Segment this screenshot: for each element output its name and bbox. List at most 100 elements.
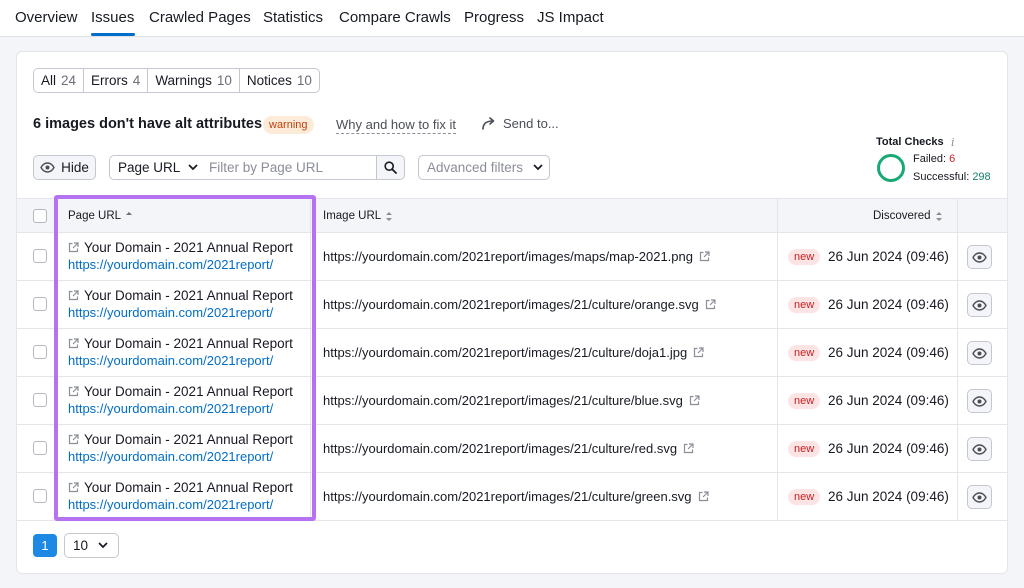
tab-overview[interactable]: Overview <box>15 9 78 26</box>
page-title: Your Domain - 2021 Annual Report <box>68 480 293 495</box>
page-title: Your Domain - 2021 Annual Report <box>68 432 293 447</box>
share-arrow-icon <box>482 117 495 130</box>
issue-title: 6 images don't have alt attributes <box>33 116 263 132</box>
failed-count: Failed: 6 <box>913 153 956 165</box>
page-url-link[interactable]: https://yourdomain.com/2021report/ <box>68 401 273 416</box>
page-url-link[interactable]: https://yourdomain.com/2021report/ <box>68 257 273 272</box>
row-checkbox[interactable] <box>33 297 47 311</box>
page-url-link[interactable]: https://yourdomain.com/2021report/ <box>68 497 273 512</box>
eye-icon <box>972 299 987 311</box>
send-to-button[interactable]: Send to... <box>482 116 559 131</box>
chevron-down-icon <box>188 164 198 171</box>
row-checkbox[interactable] <box>33 441 47 455</box>
new-badge: new <box>788 489 821 505</box>
filter-field-select[interactable]: Page URL <box>109 155 203 180</box>
discovered-date: 26 Jun 2024 (09:46) <box>828 489 949 504</box>
column-divider <box>310 199 311 233</box>
tab-progress[interactable]: Progress <box>464 9 524 26</box>
external-link-icon[interactable] <box>683 443 694 454</box>
filter-all[interactable]: All 24 <box>34 69 85 92</box>
advanced-filters-select[interactable]: Advanced filters <box>418 155 550 180</box>
discovered-date: 26 Jun 2024 (09:46) <box>828 441 949 456</box>
image-url: https://yourdomain.com/2021report/images… <box>323 345 704 360</box>
view-button[interactable] <box>967 437 992 461</box>
page-size-select[interactable]: 10 <box>64 533 119 558</box>
table-row: Your Domain - 2021 Annual Report https://… <box>17 281 1007 329</box>
row-checkbox[interactable] <box>33 393 47 407</box>
discovered-date: 26 Jun 2024 (09:46) <box>828 249 949 264</box>
tab-statistics[interactable]: Statistics <box>263 9 323 26</box>
external-link-icon[interactable] <box>698 491 709 502</box>
issue-type-filter: All 24 Errors 4 Warnings 10 Notices 10 <box>33 68 320 93</box>
hide-button[interactable]: Hide <box>33 155 96 180</box>
checks-ring-chart <box>877 154 905 182</box>
info-icon[interactable]: i <box>951 136 955 149</box>
select-all-checkbox[interactable] <box>33 209 47 223</box>
view-button[interactable] <box>967 485 992 509</box>
view-button[interactable] <box>967 341 992 365</box>
chevron-down-icon <box>98 542 108 549</box>
filter-warnings[interactable]: Warnings 10 <box>148 69 240 92</box>
table-row: Your Domain - 2021 Annual Report https://… <box>17 329 1007 377</box>
eye-icon <box>972 395 987 407</box>
issue-card: All 24 Errors 4 Warnings 10 Notices 10 6 ima… <box>16 51 1008 574</box>
row-checkbox[interactable] <box>33 489 47 503</box>
search-button[interactable] <box>376 155 405 180</box>
discovered-date: 26 Jun 2024 (09:46) <box>828 393 949 408</box>
column-image-url[interactable]: Image URL <box>323 210 393 222</box>
page-1-button[interactable]: 1 <box>33 534 57 557</box>
table-row: Your Domain - 2021 Annual Report https://… <box>17 473 1007 521</box>
external-link-icon[interactable] <box>68 482 79 493</box>
page-title: Your Domain - 2021 Annual Report <box>68 288 293 303</box>
external-link-icon[interactable] <box>68 386 79 397</box>
sort-asc-icon <box>126 212 133 215</box>
active-tab-indicator <box>91 33 135 36</box>
page-url-link[interactable]: https://yourdomain.com/2021report/ <box>68 305 273 320</box>
successful-count: Successful: 298 <box>913 171 991 183</box>
eye-icon <box>972 491 987 503</box>
page-url-link[interactable]: https://yourdomain.com/2021report/ <box>68 353 273 368</box>
external-link-icon[interactable] <box>68 434 79 445</box>
column-page-url[interactable]: Page URL <box>68 210 133 222</box>
column-discovered[interactable]: Discovered <box>873 210 943 222</box>
warning-badge: warning <box>263 116 314 134</box>
image-url: https://yourdomain.com/2021report/images… <box>323 489 709 504</box>
why-and-how-link[interactable]: Why and how to fix it <box>336 117 456 134</box>
tab-compare-crawls[interactable]: Compare Crawls <box>339 9 451 26</box>
table-row: Your Domain - 2021 Annual Report https://… <box>17 425 1007 473</box>
column-divider <box>957 199 958 233</box>
image-url: https://yourdomain.com/2021report/images… <box>323 297 716 312</box>
page-url-link[interactable]: https://yourdomain.com/2021report/ <box>68 449 273 464</box>
top-navigation: Overview Issues Crawled Pages Statistics… <box>0 0 1024 37</box>
external-link-icon[interactable] <box>693 347 704 358</box>
tab-crawled-pages[interactable]: Crawled Pages <box>149 9 251 26</box>
external-link-icon[interactable] <box>689 395 700 406</box>
eye-icon <box>972 443 987 455</box>
new-badge: new <box>788 297 821 313</box>
new-badge: new <box>788 441 821 457</box>
eye-icon <box>40 162 55 173</box>
view-button[interactable] <box>967 389 992 413</box>
external-link-icon[interactable] <box>705 299 716 310</box>
page-title: Your Domain - 2021 Annual Report <box>68 336 293 351</box>
new-badge: new <box>788 249 821 265</box>
sort-icon <box>935 211 942 221</box>
external-link-icon[interactable] <box>68 338 79 349</box>
filter-errors[interactable]: Errors 4 <box>84 69 149 92</box>
tab-js-impact[interactable]: JS Impact <box>537 9 604 26</box>
external-link-icon[interactable] <box>699 251 710 262</box>
sort-icon <box>386 211 393 221</box>
view-button[interactable] <box>967 245 992 269</box>
filter-notices[interactable]: Notices 10 <box>240 69 319 92</box>
discovered-date: 26 Jun 2024 (09:46) <box>828 297 949 312</box>
page-url-filter-input[interactable] <box>202 155 377 180</box>
row-checkbox[interactable] <box>33 345 47 359</box>
total-checks-title: Total Checks <box>876 136 944 148</box>
page-title: Your Domain - 2021 Annual Report <box>68 240 293 255</box>
external-link-icon[interactable] <box>68 242 79 253</box>
external-link-icon[interactable] <box>68 290 79 301</box>
tab-issues[interactable]: Issues <box>91 9 134 26</box>
view-button[interactable] <box>967 293 992 317</box>
eye-icon <box>972 347 987 359</box>
row-checkbox[interactable] <box>33 249 47 263</box>
